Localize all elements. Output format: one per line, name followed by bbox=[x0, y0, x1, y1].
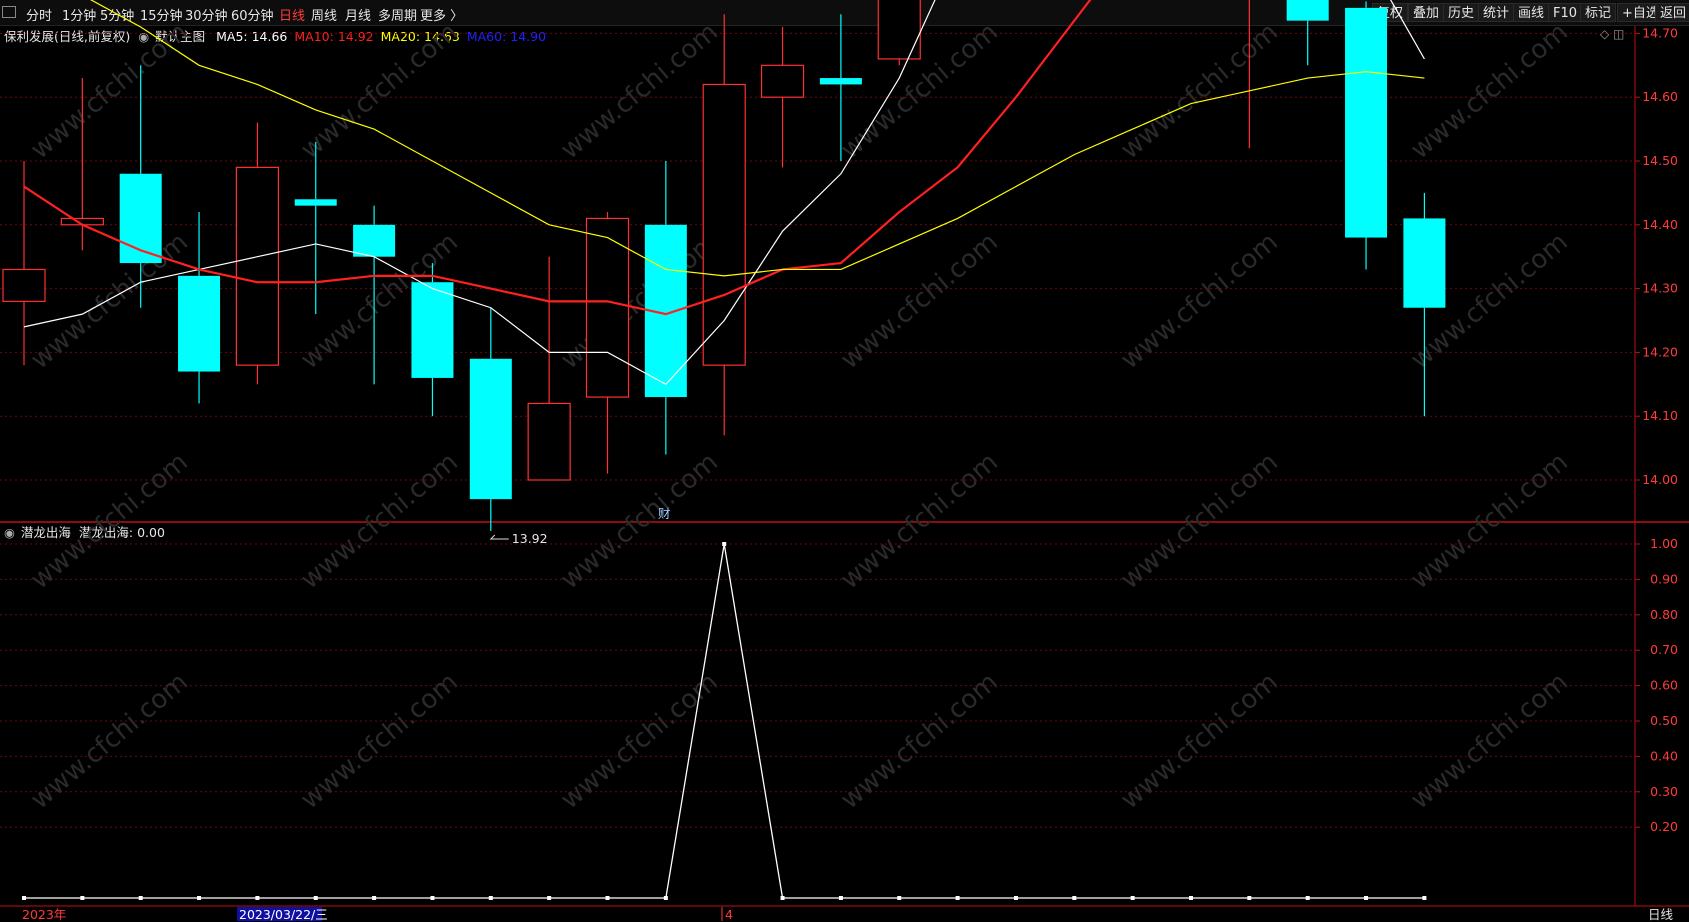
candle[interactable] bbox=[469, 307, 512, 532]
sub-indicator-point bbox=[1247, 896, 1252, 900]
sub-indicator-point bbox=[722, 542, 727, 546]
candle[interactable] bbox=[760, 27, 805, 168]
watermark-text: www.cfchi.com bbox=[1405, 17, 1574, 165]
sub-indicator-point bbox=[605, 896, 610, 900]
sub-indicator-point bbox=[1422, 896, 1427, 900]
candle-body-down bbox=[178, 275, 221, 372]
sub-indicator-point bbox=[255, 896, 260, 900]
watermark-text: www.cfchi.com bbox=[1115, 227, 1284, 375]
candle[interactable] bbox=[1345, 1, 1388, 270]
sub-indicator-point bbox=[197, 896, 202, 900]
candle-body-down bbox=[294, 199, 337, 206]
watermark-text: www.cfchi.com bbox=[555, 667, 724, 815]
y-tick-label: 14.10 bbox=[1642, 408, 1678, 423]
low-marker-arrow bbox=[489, 534, 509, 540]
sub-indicator-point bbox=[955, 896, 960, 900]
candle-body-down bbox=[469, 358, 512, 500]
watermark-text: www.cfchi.com bbox=[25, 227, 194, 375]
sub-y-tick-label: 0.50 bbox=[1650, 713, 1678, 728]
sub-y-tick-label: 0.70 bbox=[1650, 642, 1678, 657]
sub-indicator-point bbox=[138, 896, 143, 900]
watermark-text: www.cfchi.com bbox=[555, 447, 724, 595]
x-month-label: 4 bbox=[725, 907, 733, 922]
sub-indicator-point bbox=[488, 896, 493, 900]
sub-indicator-point bbox=[1189, 896, 1193, 900]
period-label: 日线 bbox=[1648, 907, 1674, 922]
low-marker-label: 13.92 bbox=[512, 531, 548, 546]
sub-indicator-point bbox=[313, 896, 318, 900]
watermark-text: www.cfchi.com bbox=[555, 17, 724, 165]
x-date-label[interactable]: 2023/03/22/三 bbox=[239, 907, 328, 922]
watermark-text: www.cfchi.com bbox=[295, 447, 464, 595]
candle-body-up bbox=[877, 0, 921, 60]
candle[interactable] bbox=[877, 0, 921, 66]
sub-indicator-point bbox=[1072, 896, 1077, 900]
sub-indicator-point bbox=[1130, 896, 1135, 900]
watermark-text: www.cfchi.com bbox=[835, 447, 1004, 595]
watermark-text: www.cfchi.com bbox=[295, 17, 464, 165]
sub-indicator-point bbox=[80, 896, 85, 900]
sub-indicator-point bbox=[663, 896, 668, 900]
sub-indicator-point bbox=[22, 896, 26, 900]
sub-indicator-point bbox=[1013, 896, 1018, 900]
sub-y-tick-label: 0.90 bbox=[1650, 571, 1678, 586]
watermark-text: www.cfchi.com bbox=[1405, 667, 1574, 815]
candle-body-down bbox=[1286, 0, 1329, 21]
sub-y-tick-label: 0.40 bbox=[1650, 748, 1678, 763]
watermark-text: www.cfchi.com bbox=[1405, 447, 1574, 595]
kline-chart-area[interactable]: www.cfchi.com www.cfchi.com www.cfchi.com w… bbox=[0, 0, 1689, 922]
sub-y-tick-label: 0.60 bbox=[1650, 678, 1678, 693]
candle[interactable] bbox=[527, 256, 571, 481]
candle-body-up bbox=[2, 268, 46, 302]
candle-body-down bbox=[411, 282, 454, 378]
candle[interactable] bbox=[644, 161, 687, 455]
sub-indicator-point bbox=[780, 896, 785, 900]
candle-body-down bbox=[1345, 7, 1388, 238]
candle[interactable] bbox=[411, 263, 454, 417]
y-tick-label: 14.50 bbox=[1642, 153, 1678, 168]
candle[interactable] bbox=[1286, 0, 1329, 66]
y-tick-label: 14.70 bbox=[1642, 25, 1678, 40]
sub-indicator-point bbox=[1364, 896, 1369, 900]
candle-body-up bbox=[760, 64, 805, 98]
watermark-text: www.cfchi.com bbox=[25, 17, 194, 165]
sub-indicator-point bbox=[430, 896, 435, 900]
sub-y-tick-label: 0.30 bbox=[1650, 784, 1678, 799]
sub-indicator-point bbox=[897, 896, 902, 900]
candle-body-down bbox=[1403, 218, 1446, 308]
sub-y-tick-label: 1.00 bbox=[1650, 536, 1678, 551]
candle-body-up bbox=[527, 402, 571, 481]
sub-y-tick-label: 0.20 bbox=[1650, 819, 1678, 834]
watermark-text: www.cfchi.com bbox=[1115, 447, 1284, 595]
candle[interactable] bbox=[2, 161, 46, 366]
sub-y-tick-label: 0.80 bbox=[1650, 607, 1678, 622]
x-year-label: 2023年 bbox=[22, 907, 66, 922]
candle-body-up bbox=[235, 166, 279, 366]
candle[interactable] bbox=[702, 14, 746, 436]
watermark-text: www.cfchi.com bbox=[835, 667, 1004, 815]
finance-marker[interactable]: 财 bbox=[658, 506, 671, 521]
candle-body-down bbox=[353, 224, 396, 257]
sub-indicator-point bbox=[1305, 896, 1310, 900]
candle[interactable] bbox=[1403, 192, 1446, 417]
y-tick-label: 14.40 bbox=[1642, 217, 1678, 232]
sub-indicator-point bbox=[547, 896, 552, 900]
y-tick-label: 14.30 bbox=[1642, 281, 1678, 296]
y-tick-label: 14.60 bbox=[1642, 89, 1678, 104]
watermark-text: www.cfchi.com bbox=[1115, 17, 1284, 165]
watermark-text: www.cfchi.com bbox=[25, 667, 194, 815]
watermark-text: www.cfchi.com bbox=[25, 447, 194, 595]
candle-body-down bbox=[819, 78, 862, 85]
sub-indicator-point bbox=[372, 896, 377, 900]
candle[interactable] bbox=[585, 212, 630, 474]
y-tick-label: 14.00 bbox=[1642, 472, 1678, 487]
sub-indicator-point bbox=[838, 896, 843, 900]
watermark-text: www.cfchi.com bbox=[835, 227, 1004, 375]
watermark-text: www.cfchi.com bbox=[1115, 667, 1284, 815]
y-tick-label: 14.20 bbox=[1642, 344, 1678, 359]
watermark-text: www.cfchi.com bbox=[295, 667, 464, 815]
candle-body-up bbox=[702, 83, 746, 366]
